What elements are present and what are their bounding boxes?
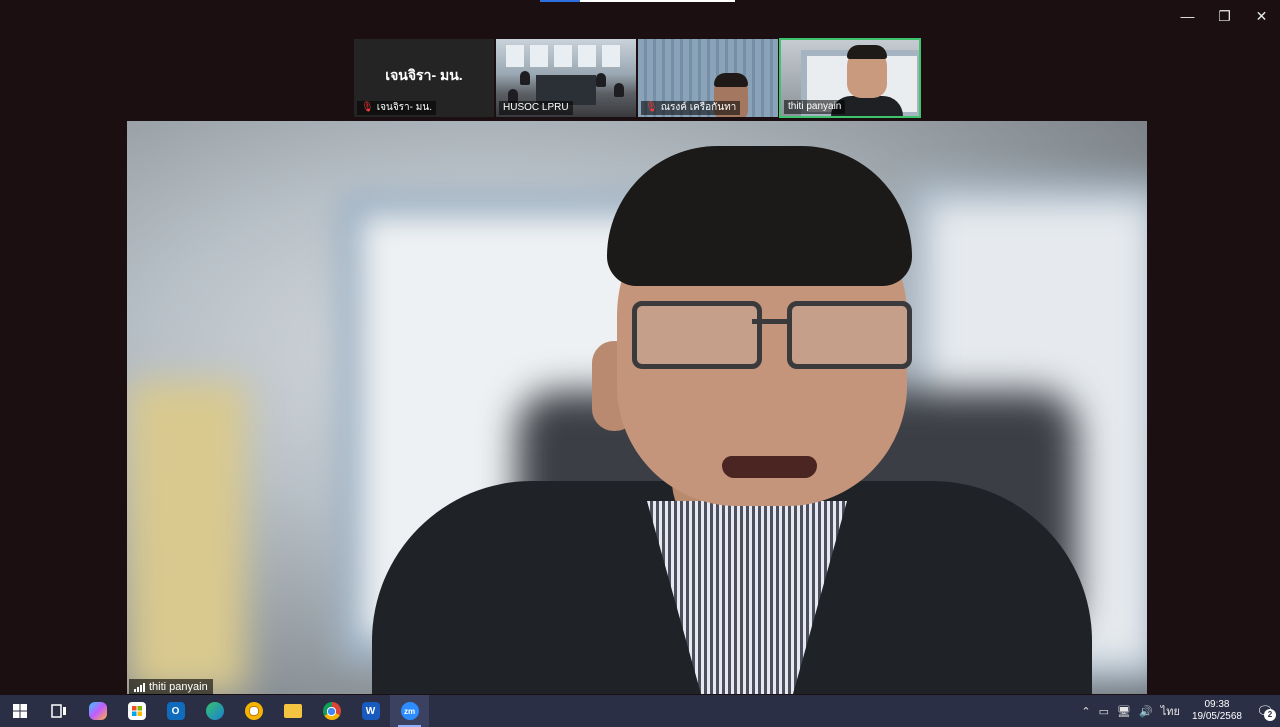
- participant-tile[interactable]: HUSOC LPRU: [495, 38, 637, 118]
- participant-name: เจนจิรา- มน.: [376, 102, 432, 113]
- store-icon[interactable]: [117, 695, 156, 727]
- mic-muted-icon: 🎙: [361, 102, 374, 113]
- folder-icon[interactable]: [273, 695, 312, 727]
- word-icon[interactable]: W: [351, 695, 390, 727]
- participant-label: thiti panyain: [784, 100, 846, 114]
- participant-tile-active-speaker[interactable]: thiti panyain: [779, 38, 921, 118]
- volume-icon[interactable]: 🔊: [1135, 705, 1157, 718]
- windows-taskbar: O W zm ⌃ ▭ 🖥 🔊 ไทย 09:38 19/05/2568 🗨 2: [0, 695, 1280, 727]
- top-share-indicator: [540, 0, 735, 2]
- chrome-icon[interactable]: [312, 695, 351, 727]
- zoom-meeting-window: — ❐ ✕ เจนจิรา- มน. 🎙 เจนจิรา- มน. HUSOC …: [0, 0, 1280, 695]
- zoom-icon[interactable]: zm: [390, 695, 429, 727]
- clock-date: 19/05/2568: [1191, 711, 1242, 722]
- input-language[interactable]: ไทย: [1157, 702, 1184, 720]
- windows-icon[interactable]: [0, 695, 39, 727]
- participant-name: ณรงค์ เครือกันทา: [660, 102, 737, 113]
- active-speaker-name: thiti panyain: [149, 681, 208, 693]
- notification-badge: 2: [1264, 709, 1276, 721]
- clock[interactable]: 09:38 19/05/2568: [1184, 699, 1250, 723]
- outlook-icon[interactable]: O: [156, 695, 195, 727]
- network-icon[interactable]: 🖥: [1113, 705, 1135, 718]
- participant-tile[interactable]: 🎙 ณรงค์ เครือกันทา: [637, 38, 779, 118]
- connection-signal-icon: [134, 682, 145, 692]
- participant-name: thiti panyain: [788, 101, 842, 112]
- device-icon[interactable]: ▭: [1095, 705, 1113, 718]
- mic-muted-icon: 🎙: [645, 102, 658, 113]
- minimize-icon[interactable]: —: [1169, 0, 1206, 32]
- clock-time: 09:38: [1204, 699, 1230, 710]
- chevron-up-icon[interactable]: ⌃: [1077, 705, 1094, 718]
- task-view-icon[interactable]: [39, 695, 78, 727]
- edge-icon[interactable]: [195, 695, 234, 727]
- restore-icon[interactable]: ❐: [1206, 0, 1243, 32]
- system-tray: ⌃ ▭ 🖥 🔊 ไทย 09:38 19/05/2568 🗨 2: [1077, 695, 1280, 727]
- active-speaker-video[interactable]: [127, 121, 1147, 694]
- participant-label: HUSOC LPRU: [499, 101, 573, 115]
- chrome-yellow-icon[interactable]: [234, 695, 273, 727]
- active-speaker-label: thiti panyain: [129, 679, 213, 695]
- gallery-strip: เจนจิรา- มน. 🎙 เจนจิรา- มน. HUSOC LPRU 🎙…: [353, 38, 923, 118]
- participant-display-name: เจนจิรา- มน.: [385, 67, 463, 83]
- notification-icon[interactable]: 🗨 2: [1250, 695, 1280, 727]
- zoom-icon-text: zm: [400, 702, 419, 720]
- participant-label: 🎙 ณรงค์ เครือกันทา: [641, 101, 741, 115]
- copilot-icon[interactable]: [78, 695, 117, 727]
- participant-name: HUSOC LPRU: [503, 102, 569, 113]
- close-icon[interactable]: ✕: [1243, 0, 1280, 32]
- window-controls: — ❐ ✕: [1169, 0, 1280, 32]
- participant-tile[interactable]: เจนจิรา- มน. 🎙 เจนจิรา- มน.: [353, 38, 495, 118]
- participant-label: 🎙 เจนจิรา- มน.: [357, 101, 436, 115]
